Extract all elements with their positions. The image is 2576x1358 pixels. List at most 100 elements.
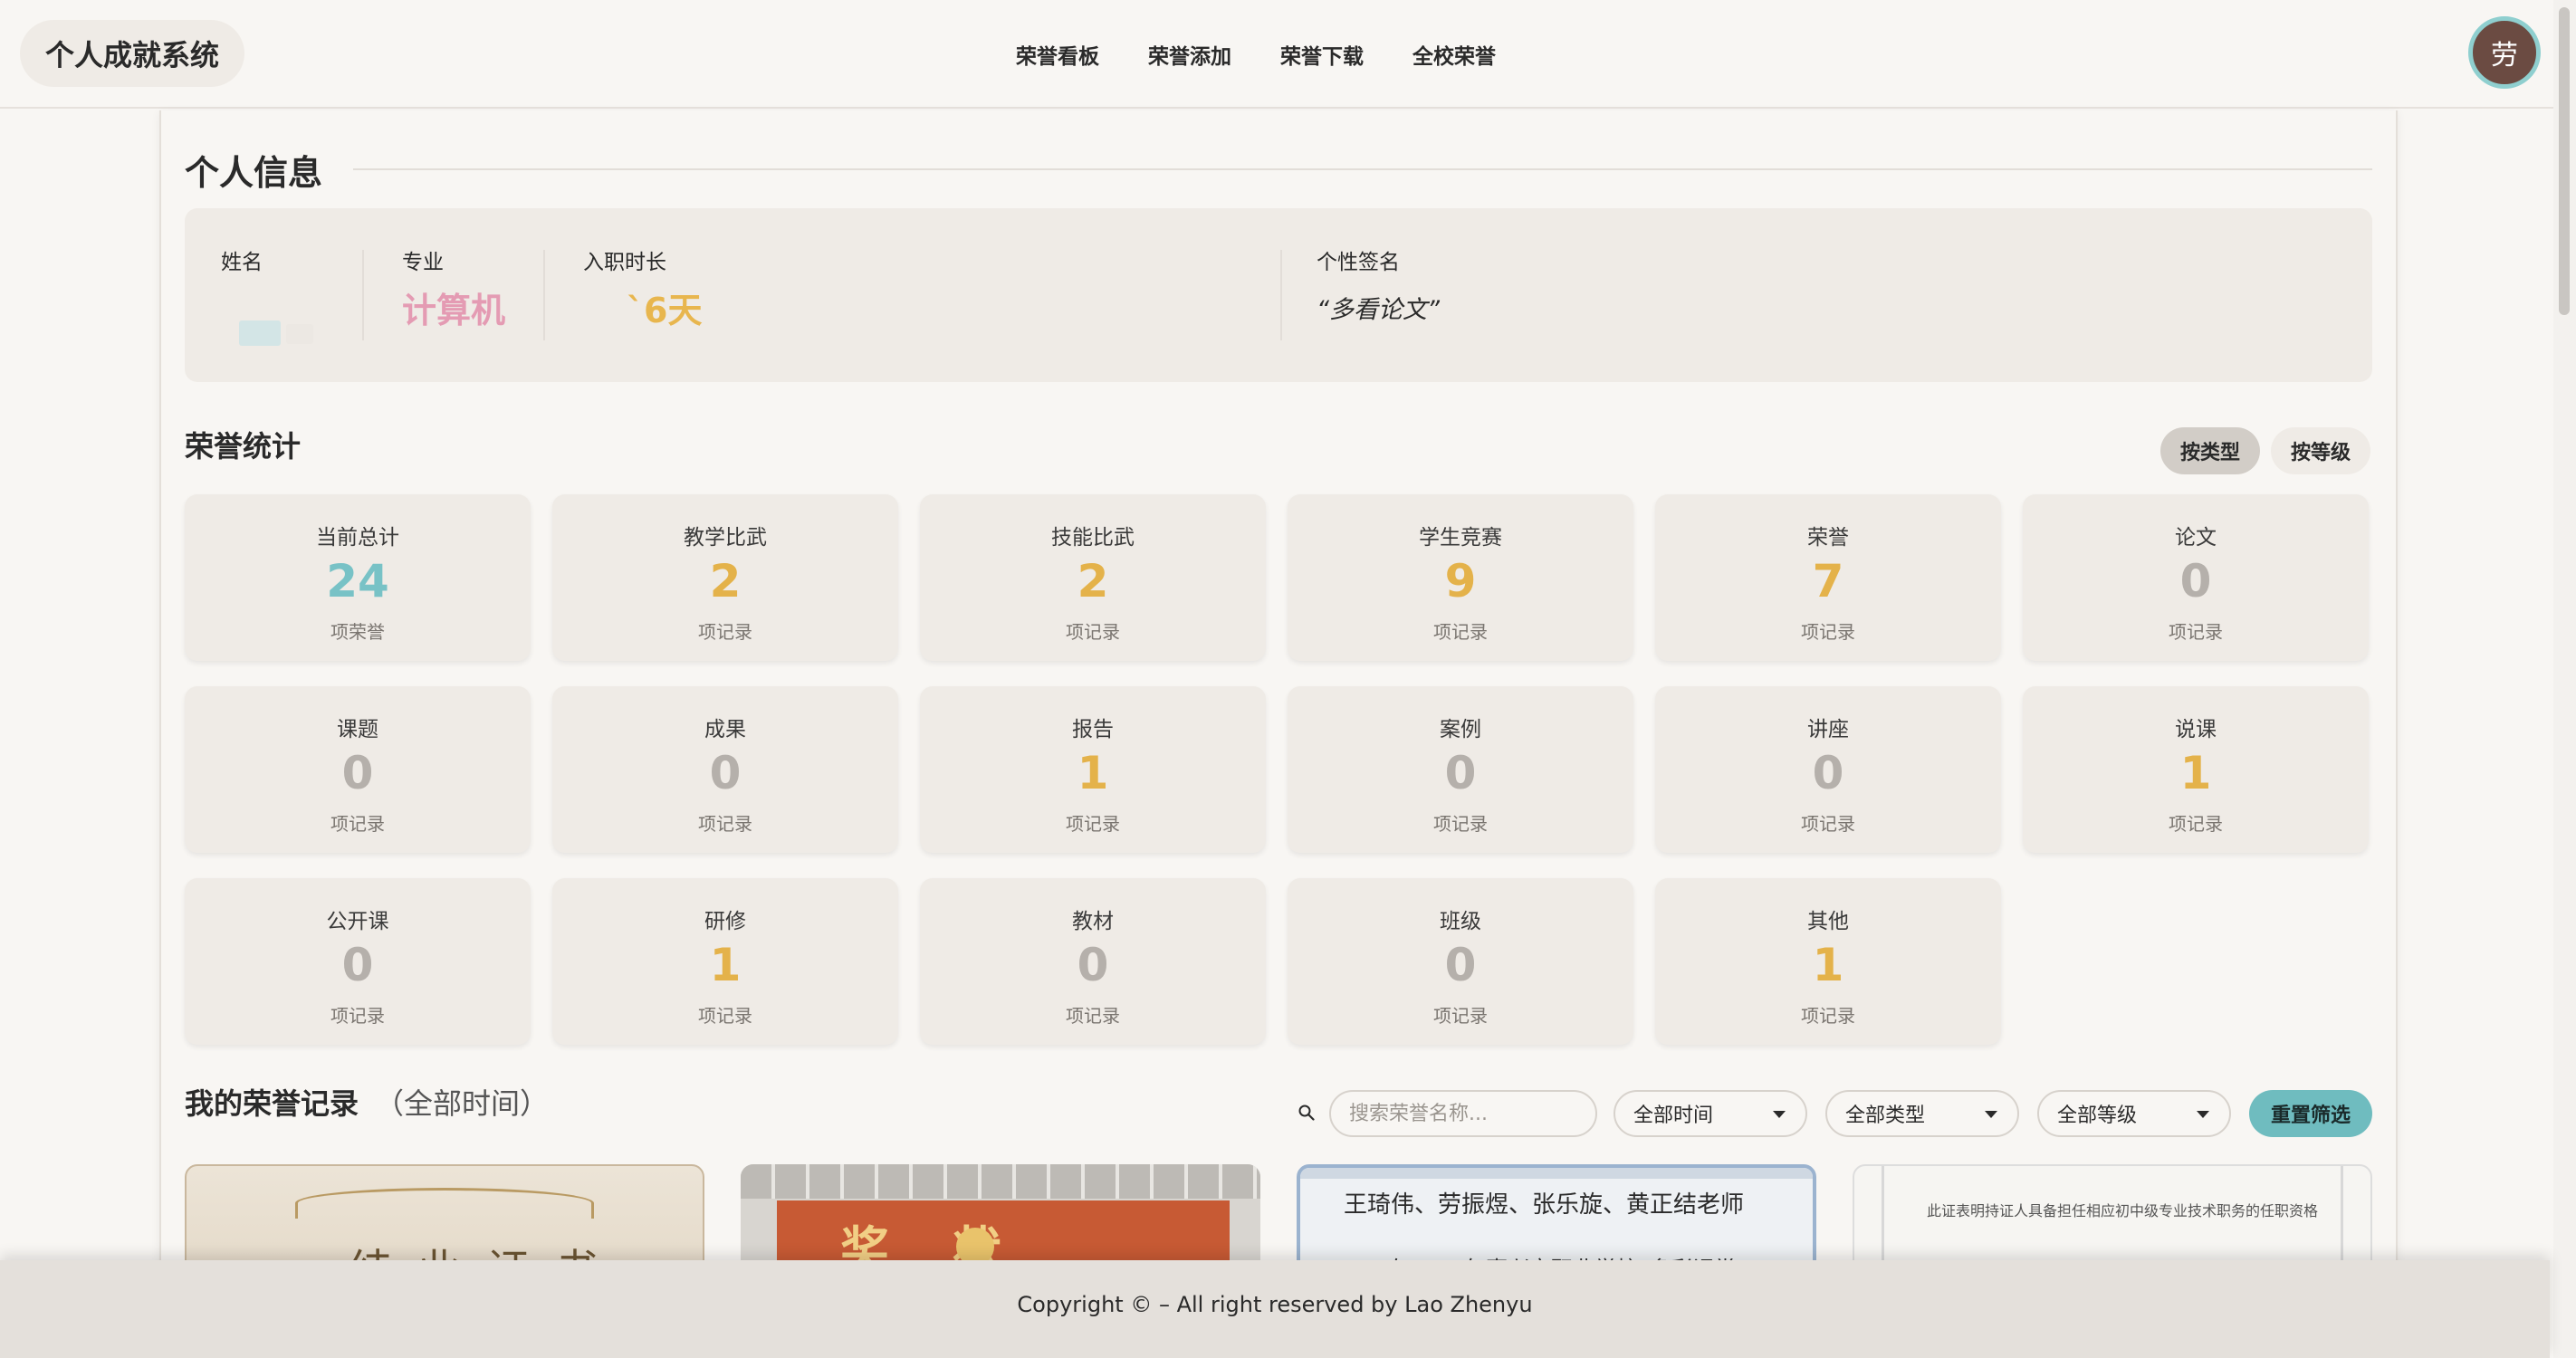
stat-value: 2 [709,555,742,607]
name-label: 姓名 [221,251,263,274]
stat-label: 当前总计 [316,526,399,550]
stat-unit: 项荣誉 [330,621,385,643]
stat-unit: 项记录 [2169,621,2223,643]
stat-unit: 项记录 [1066,813,1120,835]
major-value: 计算机 [402,291,506,330]
page-scrollbar[interactable] [2553,0,2576,1358]
signature-label: 个性签名 [1317,251,1400,274]
tenure-value: `6天 [627,291,703,330]
scrollbar-thumb[interactable] [2559,7,2570,315]
stat-label: 荣誉 [1807,526,1849,550]
stat-label: 讲座 [1807,718,1849,741]
chevron-down-icon [1985,1111,1997,1118]
stat-card[interactable]: 报告 1 项记录 [920,686,1266,853]
chevron-down-icon [1773,1111,1786,1118]
copyright-text: Copyright © – All right reserved by Lao … [1017,1292,1533,1317]
stat-unit: 项记录 [330,1005,385,1027]
stat-value: 0 [1444,939,1477,991]
keyboard-image [741,1164,1260,1199]
stat-label: 研修 [704,910,746,933]
stat-card[interactable]: 其他 1 项记录 [1655,878,2001,1045]
stats-title: 荣誉统计 [185,429,302,464]
stat-card[interactable]: 技能比武 2 项记录 [920,494,1266,661]
title-divider-line [353,168,2372,170]
stat-label: 班级 [1440,910,1481,933]
stat-unit: 项记录 [1801,813,1855,835]
stat-label: 报告 [1072,718,1114,741]
stat-unit: 项记录 [1066,621,1120,643]
info-divider [1280,250,1282,340]
top-navbar: 个人成就系统 荣誉看板 荣誉添加 荣誉下载 全校荣誉 劳 [0,0,2576,109]
stat-card[interactable]: 课题 0 项记录 [185,686,531,853]
filter-type-select[interactable]: 全部类型 [1825,1090,2019,1137]
name-value-redacted-2 [286,324,313,344]
stat-label: 案例 [1440,718,1481,741]
stat-value: 1 [1812,939,1844,991]
certificate-ornament [295,1188,594,1219]
stat-card[interactable]: 讲座 0 项记录 [1655,686,2001,853]
records-time-range: （全部时间） [375,1086,550,1121]
info-divider [362,250,364,340]
stat-card[interactable]: 公开课 0 项记录 [185,878,531,1045]
stat-card[interactable]: 论文 0 项记录 [2023,494,2369,661]
stat-value: 24 [326,555,389,607]
stat-value: 0 [1812,747,1844,799]
stat-label: 学生竞赛 [1419,526,1502,550]
major-label: 专业 [402,251,444,274]
personal-info-card: 姓名 专业 计算机 入职时长 `6天 个性签名 “多看论文” [185,208,2372,382]
filter-level-select[interactable]: 全部等级 [2037,1090,2231,1137]
stat-unit: 项记录 [1433,621,1488,643]
stat-unit: 项记录 [1433,813,1488,835]
stat-value: 0 [341,939,374,991]
certificate-names-text: 王琦伟、劳振煜、张乐旋、黄正结老师 [1344,1191,1745,1219]
stat-value: 0 [341,747,374,799]
stat-card[interactable]: 成果 0 项记录 [552,686,898,853]
stat-value: 7 [1812,555,1844,607]
app-title[interactable]: 个人成就系统 [20,20,245,87]
stat-card[interactable]: 说课 1 项记录 [2023,686,2369,853]
stat-value: 0 [1077,939,1109,991]
filter-time-select[interactable]: 全部时间 [1614,1090,1807,1137]
user-avatar[interactable]: 劳 [2468,16,2541,89]
stat-value: 9 [1444,555,1477,607]
stat-card[interactable]: 研修 1 项记录 [552,878,898,1045]
name-value-redacted [239,320,281,346]
toggle-by-level-button[interactable]: 按等级 [2271,427,2371,474]
toggle-by-type-button[interactable]: 按类型 [2160,427,2261,474]
tenure-label: 入职时长 [583,251,666,274]
stat-card[interactable]: 当前总计 24 项荣誉 [185,494,531,661]
stat-value: 1 [2179,747,2212,799]
stat-value: 0 [709,747,742,799]
stat-unit: 项记录 [698,1005,752,1027]
reset-filter-button[interactable]: 重置筛选 [2249,1090,2372,1137]
stat-card[interactable]: 荣誉 7 项记录 [1655,494,2001,661]
stat-unit: 项记录 [698,621,752,643]
search-input[interactable] [1329,1090,1597,1137]
stat-unit: 项记录 [698,813,752,835]
stat-label: 其他 [1807,910,1849,933]
stat-label: 教学比武 [684,526,767,550]
stat-card[interactable]: 教学比武 2 项记录 [552,494,898,661]
filter-type-value: 全部类型 [1845,1105,1926,1127]
stat-label: 技能比武 [1051,526,1135,550]
filter-time-value: 全部时间 [1633,1105,1714,1127]
stat-card[interactable]: 案例 0 项记录 [1288,686,1633,853]
stat-value: 2 [1077,555,1109,607]
stat-card[interactable]: 班级 0 项记录 [1288,878,1633,1045]
nav-honor-dashboard[interactable]: 荣誉看板 [991,27,1124,81]
nav-honor-download[interactable]: 荣誉下载 [1256,27,1388,81]
stat-label: 课题 [337,718,378,741]
stat-label: 成果 [704,718,746,741]
stat-card[interactable]: 学生竞赛 9 项记录 [1288,494,1633,661]
nav-honor-add[interactable]: 荣誉添加 [1124,27,1256,81]
main-content: 个人信息 姓名 专业 计算机 入职时长 `6天 个性签名 “多看论文” 荣誉统计… [159,110,2398,1300]
stat-card[interactable]: 教材 0 项记录 [920,878,1266,1045]
certificate-body-text: 此证表明持证人具备担任相应初中级专业技术职务的任职资格 [1927,1202,2319,1219]
search-icon [1298,1105,1315,1121]
nav-school-honors[interactable]: 全校荣誉 [1388,27,1520,81]
stat-label: 说课 [2175,718,2217,741]
personal-info-title: 个人信息 [185,153,323,193]
stat-value: 1 [1077,747,1109,799]
stat-unit: 项记录 [330,813,385,835]
filter-level-value: 全部等级 [2057,1105,2138,1127]
